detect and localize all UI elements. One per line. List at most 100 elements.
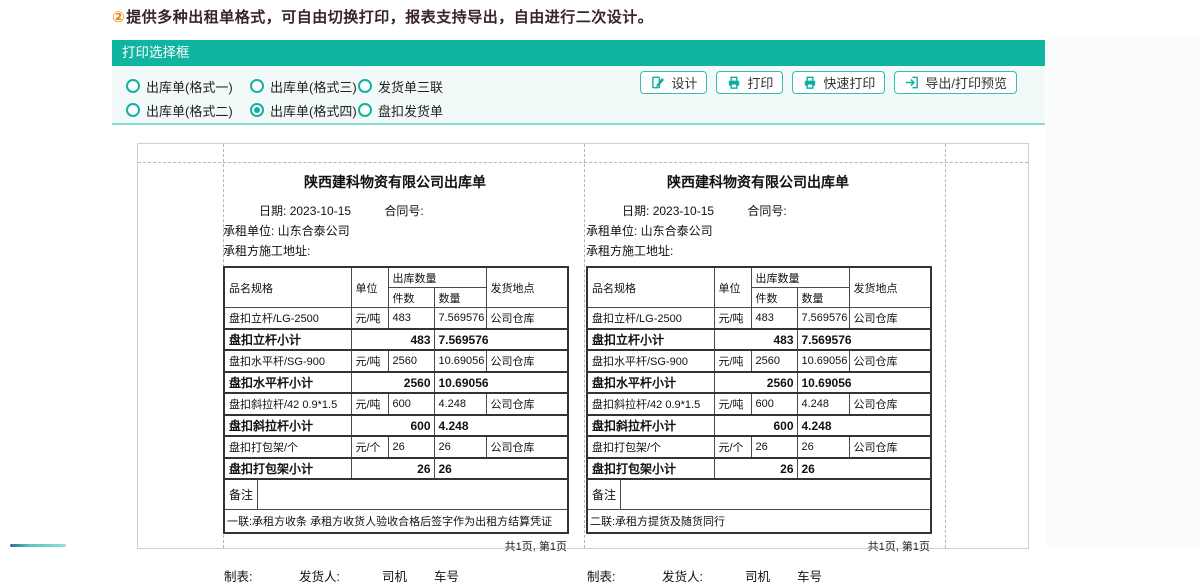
- step-badge: ②: [112, 9, 126, 26]
- design-button-label: 设计: [671, 76, 698, 91]
- print-preview-page: 陕西建科物资有限公司出库单 日期: 2023-10-15 合同号: 承租单位: …: [137, 143, 1029, 584]
- header-qty-group: 出库数量: [750, 266, 850, 288]
- cell-unit: 元/吨: [350, 349, 389, 373]
- cell-subtotal-label: 盘扣打包架小计: [586, 457, 715, 480]
- margin-guide-top: [138, 162, 1028, 163]
- document-title: 陕西建科物资有限公司出库单: [304, 174, 486, 190]
- cell-pieces: 26: [387, 435, 435, 459]
- cell-subtotal-quantity: 4.248: [796, 414, 932, 437]
- delivery-note-copy-1: 陕西建科物资有限公司出库单 日期: 2023-10-15 合同号: 承租单位: …: [223, 169, 569, 584]
- page-info: 共1页, 第1页: [504, 541, 567, 553]
- cell-subtotal-quantity: 26: [796, 457, 932, 480]
- table-subtotal-row: 盘扣打包架小计 26 26: [223, 457, 569, 480]
- date-contract-line: 日期: 2023-10-15 合同号:: [223, 201, 567, 221]
- cell-location: 公司仓库: [485, 349, 569, 373]
- remark-label: 备注: [588, 480, 621, 509]
- table-item-row: 盘扣立杆/LG-2500 元/吨 483 7.569576 公司仓库: [586, 307, 932, 330]
- cell-subtotal-quantity: 10.69056: [433, 371, 569, 394]
- feature-annotation: ②提供多种出租单格式，可自由切换打印，报表支持导出，自由进行二次设计。: [112, 6, 653, 27]
- cell-unit: 元/吨: [713, 307, 752, 330]
- export-icon: [904, 75, 920, 90]
- table-item-row: 盘扣打包架/个 元/个 26 26 公司仓库: [586, 435, 932, 459]
- header-qty-group: 出库数量: [387, 266, 487, 288]
- radio-format-1[interactable]: 出库单(格式一): [126, 74, 250, 98]
- copy-note: 二联:承租方提货及随货同行: [586, 509, 932, 534]
- cell-location: 公司仓库: [848, 392, 932, 416]
- table-subtotal-row: 盘扣斜拉杆小计 600 4.248: [223, 414, 569, 437]
- radio-icon[interactable]: [250, 79, 264, 93]
- table-subtotal-row: 盘扣水平杆小计 2560 10.69056: [586, 371, 932, 394]
- contract-label: 合同号:: [384, 204, 424, 218]
- copy-note: 一联:承租方收条 承租方收货人验收合格后签字作为出租方结算凭证: [223, 509, 569, 534]
- table-item-row: 盘扣水平杆/SG-900 元/吨 2560 10.69056 公司仓库: [223, 349, 569, 373]
- export-print-preview-button[interactable]: 导出/打印预览: [894, 71, 1017, 94]
- table-subtotal-row: 盘扣水平杆小计 2560 10.69056: [223, 371, 569, 394]
- date-value: 2023-10-15: [289, 204, 352, 218]
- cell-subtotal-pieces: 26: [713, 457, 798, 480]
- cell-location: 公司仓库: [485, 392, 569, 416]
- lessee-line: 承租单位: 山东合泰公司: [223, 224, 350, 238]
- radio-label: 出库单(格式一): [146, 79, 233, 95]
- cell-quantity: 4.248: [433, 392, 487, 416]
- cell-product: 盘扣立杆/LG-2500: [223, 307, 352, 330]
- header-unit: 单位: [713, 266, 752, 308]
- radio-selected-icon[interactable]: [250, 103, 264, 117]
- radio-format-3[interactable]: 出库单(格式三): [250, 74, 358, 98]
- lessee-line: 承租单位: 山东合泰公司: [586, 224, 713, 238]
- header-location: 发货地点: [485, 266, 569, 308]
- cell-product: 盘扣立杆/LG-2500: [586, 307, 715, 330]
- radio-icon[interactable]: [126, 79, 140, 93]
- delivery-table: 品名规格 单位 出库数量 发货地点 件数 数量 盘扣立杆/LG-2500 元/吨 4…: [223, 266, 569, 534]
- maker-label: 制表:: [587, 570, 616, 584]
- cell-quantity: 26: [796, 435, 850, 459]
- signature-line: 制表: 发货人: 司机 车号: [586, 566, 930, 584]
- cell-pieces: 2560: [387, 349, 435, 373]
- radio-icon[interactable]: [358, 103, 372, 117]
- shipper-label: 发货人:: [662, 570, 703, 584]
- cell-subtotal-quantity: 4.248: [433, 414, 569, 437]
- margin-guide-right: [945, 144, 946, 548]
- cell-subtotal-pieces: 2560: [713, 371, 798, 394]
- cell-product: 盘扣水平杆/SG-900: [223, 349, 352, 373]
- print-selection-panel: 打印选择框 出库单(格式一) 出库单(格式二) 出库单(格式三) 出库单(格式四…: [112, 40, 1045, 125]
- cell-subtotal-pieces: 483: [350, 328, 435, 351]
- table-item-row: 盘扣立杆/LG-2500 元/吨 483 7.569576 公司仓库: [223, 307, 569, 330]
- header-product: 品名规格: [223, 266, 352, 308]
- quick-print-button[interactable]: 快速打印: [792, 71, 886, 94]
- radio-format-4[interactable]: 出库单(格式四): [250, 98, 358, 122]
- cell-subtotal-quantity: 7.569576: [796, 328, 932, 351]
- header-pieces: 件数: [387, 287, 435, 308]
- cell-subtotal-pieces: 600: [713, 414, 798, 437]
- radio-icon[interactable]: [126, 103, 140, 117]
- radio-panko-delivery[interactable]: 盘扣发货单: [358, 98, 508, 122]
- table-item-row: 盘扣水平杆/SG-900 元/吨 2560 10.69056 公司仓库: [586, 349, 932, 373]
- cell-unit: 元/个: [350, 435, 389, 459]
- radio-format-2[interactable]: 出库单(格式二): [126, 98, 250, 122]
- radio-delivery-triple[interactable]: 发货单三联: [358, 74, 508, 98]
- document-title: 陕西建科物资有限公司出库单: [667, 174, 849, 190]
- cell-subtotal-pieces: 2560: [350, 371, 435, 394]
- cell-subtotal-label: 盘扣斜拉杆小计: [586, 414, 715, 437]
- radio-icon[interactable]: [358, 79, 372, 93]
- cell-subtotal-pieces: 600: [350, 414, 435, 437]
- header-pieces: 件数: [750, 287, 798, 308]
- cell-subtotal-quantity: 26: [433, 457, 569, 480]
- print-button-label: 打印: [747, 76, 774, 91]
- header-quantity: 数量: [433, 287, 487, 308]
- quick-print-icon: [802, 75, 818, 90]
- print-icon: [726, 75, 742, 90]
- cell-location: 公司仓库: [848, 435, 932, 459]
- cell-location: 公司仓库: [848, 349, 932, 373]
- cell-quantity: 26: [433, 435, 487, 459]
- cell-product: 盘扣斜拉杆/42 0.9*1.5: [223, 392, 352, 416]
- table-item-row: 盘扣斜拉杆/42 0.9*1.5 元/吨 600 4.248 公司仓库: [586, 392, 932, 416]
- cell-product: 盘扣打包架/个: [223, 435, 352, 459]
- print-button[interactable]: 打印: [716, 71, 784, 94]
- design-button[interactable]: 设计: [640, 71, 708, 94]
- cell-subtotal-quantity: 7.569576: [433, 328, 569, 351]
- radio-label: 出库单(格式二): [146, 103, 233, 119]
- remark-row: 备注: [223, 478, 569, 510]
- table-subtotal-row: 盘扣打包架小计 26 26: [586, 457, 932, 480]
- cell-location: 公司仓库: [485, 307, 569, 330]
- cell-subtotal-label: 盘扣水平杆小计: [223, 371, 352, 394]
